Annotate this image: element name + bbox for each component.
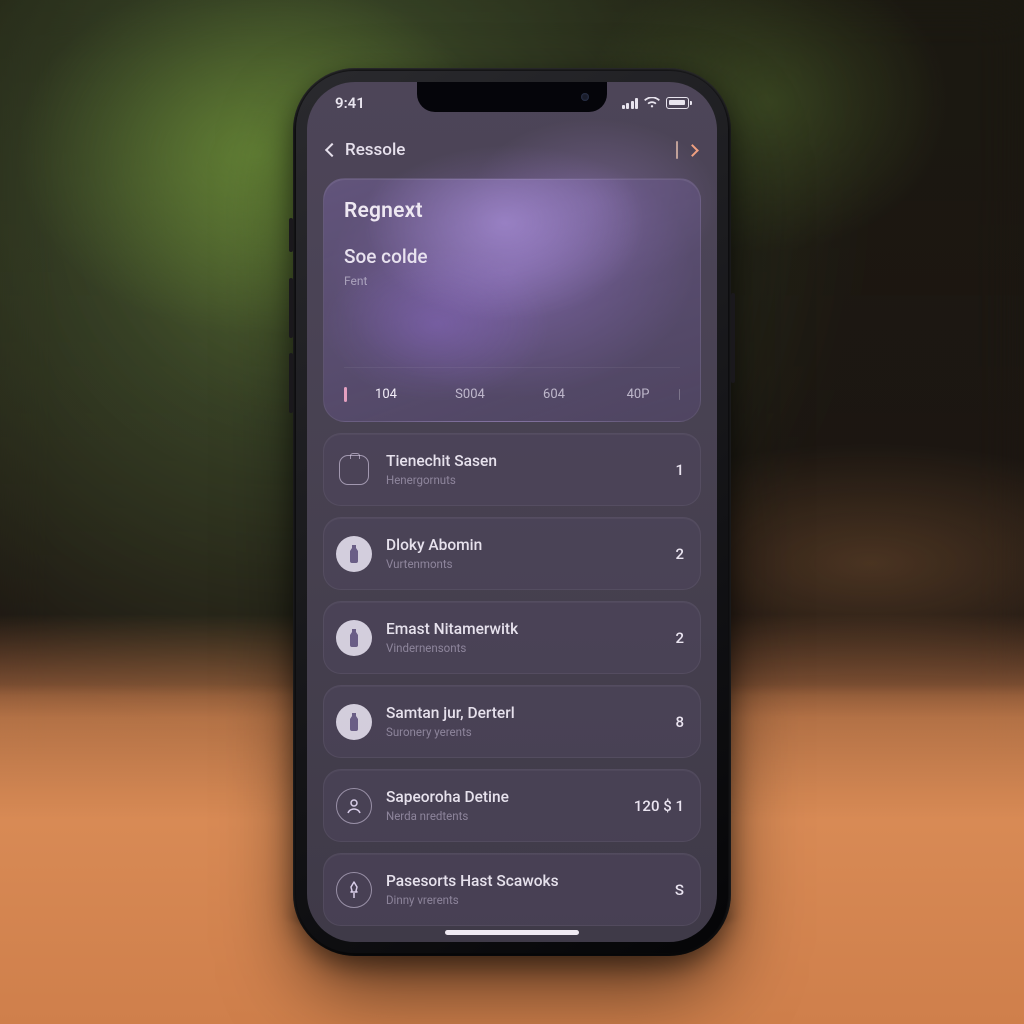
screen: 9:41 Ressole Regnext Soe colde Fent — [307, 82, 717, 942]
segment-2[interactable]: 604 — [512, 377, 596, 412]
home-indicator[interactable] — [445, 930, 579, 935]
bottle-icon — [336, 704, 372, 740]
nav-bar: Ressole — [307, 130, 717, 170]
segmented-control: 104 S004 604 40P — [344, 367, 680, 421]
list-item-title: Sapeoroha Detine — [386, 788, 620, 806]
back-button[interactable]: Ressole — [327, 140, 405, 160]
hero-subtitle: Soe colde — [344, 245, 680, 268]
list-item-sub: Vurtenmonts — [386, 557, 661, 571]
list-item[interactable]: Tienechit Sasen Henergornuts 1 — [323, 433, 701, 506]
chevron-left-icon — [325, 143, 339, 157]
phone-frame: 9:41 Ressole Regnext Soe colde Fent — [293, 68, 731, 956]
list-item-value: 120 $ 1 — [634, 797, 684, 815]
list-item-title: Pasesorts Hast Scawoks — [386, 872, 661, 890]
list-item[interactable]: Samtan jur, Derterl Suronery yerents 8 — [323, 685, 701, 758]
list-item-sub: Suronery yerents — [386, 725, 661, 739]
person-icon — [336, 788, 372, 824]
list-item[interactable]: Pasesorts Hast Scawoks Dinny vrerents S — [323, 853, 701, 926]
list-item-title: Samtan jur, Derterl — [386, 704, 661, 722]
scan-icon — [336, 452, 372, 488]
power-button[interactable] — [731, 293, 735, 383]
back-label: Ressole — [345, 140, 405, 160]
bottle-icon — [336, 620, 372, 656]
segment-3[interactable]: 40P — [596, 377, 680, 412]
list-item-sub: Vindernensonts — [386, 641, 661, 655]
cellular-signal-icon — [622, 98, 639, 109]
list-item-value: S — [675, 881, 684, 899]
list-item-value: 2 — [675, 545, 684, 563]
notch — [417, 82, 607, 112]
list-item-value: 1 — [675, 461, 684, 479]
list-item[interactable]: Dloky Abomin Vurtenmonts 2 — [323, 517, 701, 590]
list-item-title: Emast Nitamerwitk — [386, 620, 661, 638]
forward-button[interactable] — [676, 141, 697, 159]
list-item-sub: Henergornuts — [386, 473, 661, 487]
volume-up-button[interactable] — [289, 278, 293, 338]
battery-icon — [666, 97, 689, 109]
hero-subtext: Fent — [344, 274, 680, 288]
list-item-sub: Dinny vrerents — [386, 893, 661, 907]
bottle-icon — [336, 536, 372, 572]
front-camera-icon — [581, 93, 589, 101]
hero-card: Regnext Soe colde Fent 104 S004 604 40P — [323, 178, 701, 422]
list-item[interactable]: Emast Nitamerwitk Vindernensonts 2 — [323, 601, 701, 674]
chevron-right-icon — [686, 144, 699, 157]
mute-switch[interactable] — [289, 218, 293, 252]
volume-down-button[interactable] — [289, 353, 293, 413]
list-item-value: 2 — [675, 629, 684, 647]
list-item-title: Dloky Abomin — [386, 536, 661, 554]
hero-title: Regnext — [344, 199, 680, 223]
wifi-icon — [644, 97, 660, 109]
list-item-sub: Nerda nredtents — [386, 809, 620, 823]
segment-1[interactable]: S004 — [428, 377, 512, 412]
segment-0[interactable]: 104 — [344, 377, 428, 412]
divider-icon — [676, 141, 678, 159]
list-item[interactable]: Sapeoroha Detine Nerda nredtents 120 $ 1 — [323, 769, 701, 842]
status-time: 9:41 — [335, 94, 365, 112]
pin-icon — [336, 872, 372, 908]
list-item-title: Tienechit Sasen — [386, 452, 661, 470]
list-item-value: 8 — [675, 713, 684, 731]
